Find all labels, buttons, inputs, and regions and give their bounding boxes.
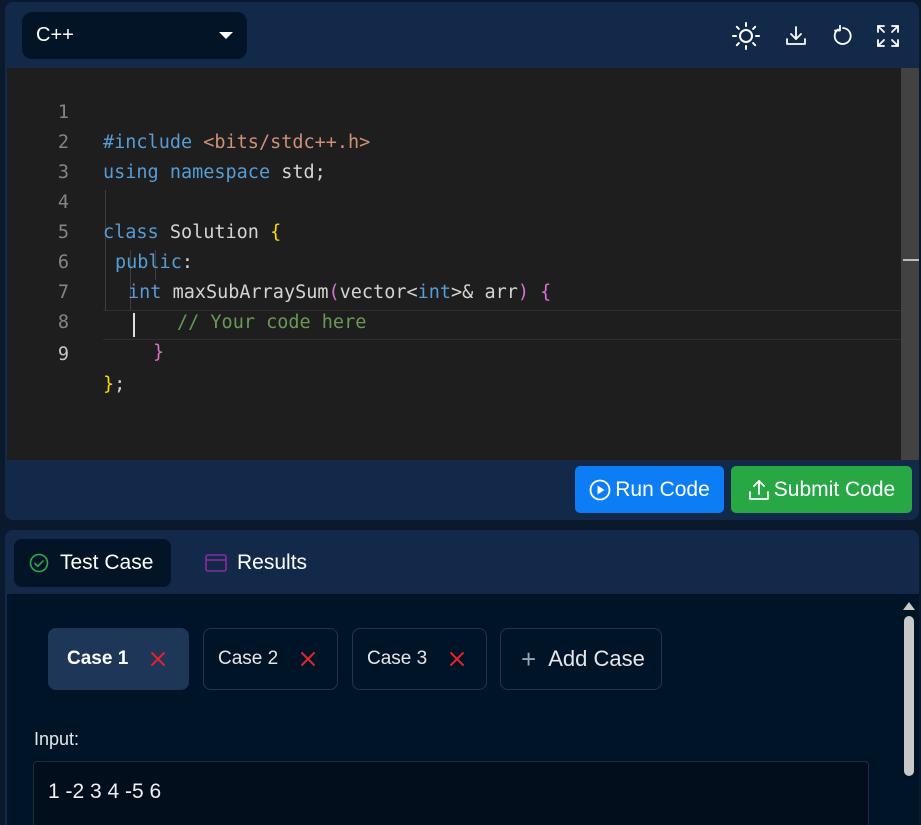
test-case-body: Case 1 Case 2 Case 3 + Add Case Input: 1… (7, 594, 919, 825)
code-editor[interactable]: 1 #include <bits/stdc++.h> 2 using names… (7, 68, 919, 460)
close-icon[interactable] (449, 651, 465, 667)
test-panel-scrollbar[interactable] (903, 602, 915, 825)
line-number: 9 (57, 344, 69, 365)
input-label: Input: (34, 729, 80, 749)
editor-toolbar: C++ (5, 2, 919, 68)
editor-scrollbar[interactable] (901, 68, 919, 460)
tab-test-case-label: Test Case (60, 551, 154, 574)
sun-icon[interactable] (732, 22, 760, 50)
case-label: Case 2 (218, 648, 279, 669)
code-line: 3 (7, 128, 901, 183)
run-code-label: Run Code (615, 477, 710, 501)
tab-test-case[interactable]: Test Case (14, 539, 171, 587)
scrollbar-thumb[interactable] (904, 616, 914, 776)
code-token: } (103, 374, 115, 395)
plus-icon: + (521, 644, 537, 674)
case-label: Case 3 (367, 648, 428, 669)
upload-icon (748, 479, 769, 500)
test-input-field[interactable]: 1 -2 3 4 -5 6 (33, 761, 869, 825)
download-icon[interactable] (782, 22, 810, 50)
case-tab-2[interactable]: Case 2 (203, 628, 338, 690)
submit-code-label: Submit Code (773, 477, 896, 501)
scroll-up-arrow-icon[interactable] (903, 602, 915, 610)
editor-panel: C++ 1 #include <bits/stdc++.h> 2 using n… (5, 2, 919, 520)
code-line: 6 int maxSubArraySum(vector<int>& arr) { (7, 218, 901, 303)
code-line: 9 }; (7, 310, 901, 395)
play-circle-icon (589, 479, 611, 500)
code-line: 7 // Your code here (7, 248, 901, 333)
language-select[interactable]: C++ (22, 12, 247, 59)
code-line: 4 class Solution { (7, 158, 901, 243)
add-case-label: Add Case (548, 646, 645, 671)
text-cursor (133, 313, 135, 337)
run-code-button[interactable]: Run Code (575, 466, 724, 513)
code-line: 5 public: (7, 188, 901, 273)
scrollbar-marker (903, 259, 919, 261)
add-case-button[interactable]: + Add Case (500, 628, 662, 690)
tab-results-label: Results (237, 551, 308, 574)
close-icon[interactable] (300, 651, 316, 667)
code-line: 2 using namespace std; (7, 98, 901, 183)
fullscreen-icon[interactable] (874, 22, 902, 50)
language-value: C++ (36, 24, 74, 46)
code-token: } (153, 342, 165, 363)
tab-results[interactable]: Results (191, 539, 341, 587)
reset-icon[interactable] (829, 22, 857, 50)
submit-code-button[interactable]: Submit Code (731, 466, 912, 513)
code-token: ; (114, 374, 126, 395)
code-line: 1 #include <bits/stdc++.h> (7, 68, 901, 153)
close-icon[interactable] (150, 651, 166, 667)
check-circle-icon (28, 552, 50, 574)
code-line: 8 } (7, 278, 901, 363)
test-panel: Test Case Results Case 1 Case 2 Case 3 +… (5, 530, 919, 825)
case-tab-3[interactable]: Case 3 (352, 628, 487, 690)
window-icon (205, 552, 227, 574)
chevron-down-icon (219, 32, 233, 39)
test-input-value: 1 -2 3 4 -5 6 (48, 780, 162, 803)
case-label: Case 1 (67, 648, 129, 669)
case-tab-1[interactable]: Case 1 (48, 628, 189, 690)
